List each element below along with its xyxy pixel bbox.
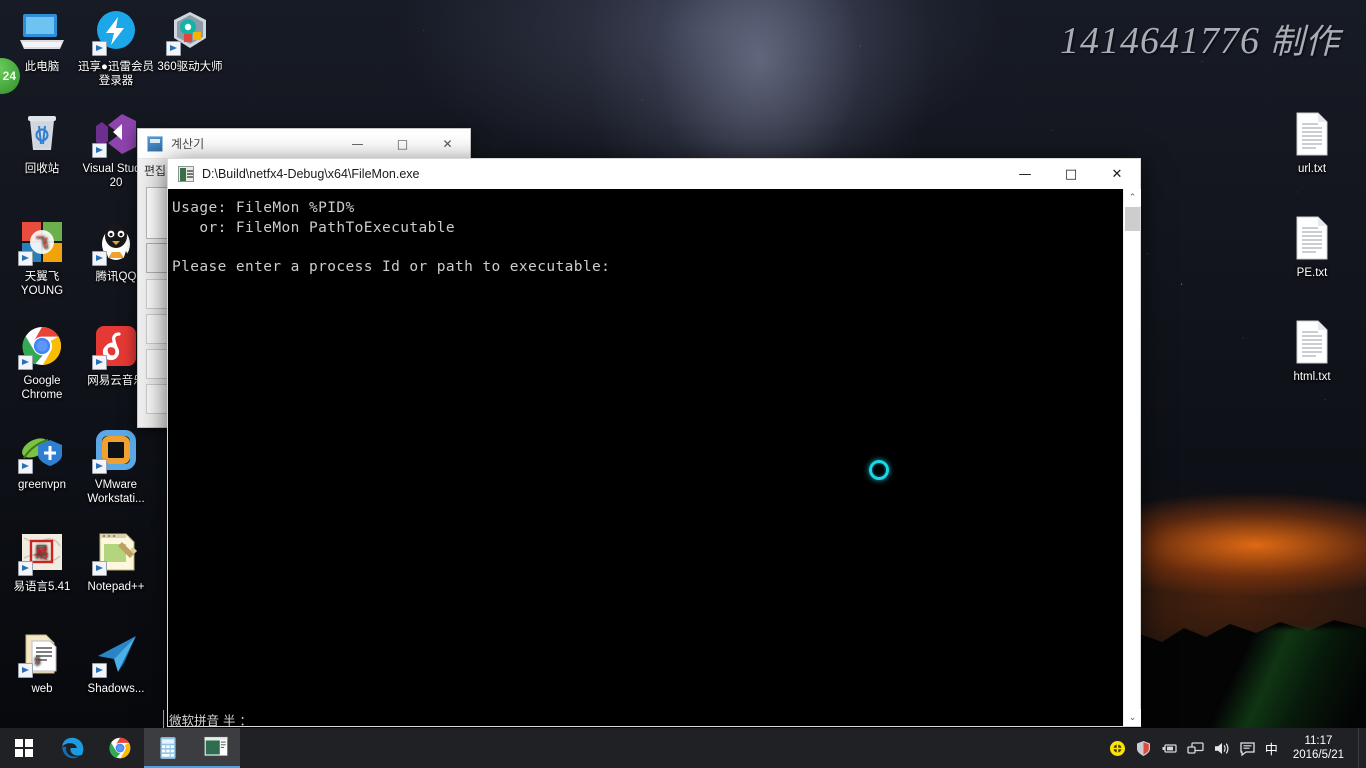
scrollbar-down-arrow[interactable]: ⌄ (1124, 709, 1141, 726)
system-tray[interactable]: 中 11:17 2016/5/21 (1109, 728, 1358, 768)
taskbar-item-edge[interactable] (48, 728, 96, 768)
desktop-icon-label: url.txt (1297, 163, 1327, 175)
scrollbar-up-arrow[interactable]: ⌃ (1124, 189, 1141, 206)
chrome-icon (107, 735, 133, 761)
text-file-icon (1288, 110, 1336, 158)
clock-time: 11:17 (1304, 735, 1333, 747)
taskbar-clock[interactable]: 11:17 2016/5/21 (1287, 734, 1352, 762)
console-scrollbar[interactable]: ⌃ ⌄ (1123, 189, 1141, 726)
taskbar-spacer (240, 728, 1109, 768)
desktop-icon-text-file[interactable]: PE.txt (1274, 214, 1350, 280)
edge-icon (59, 735, 85, 761)
console-window[interactable]: D:\Build\netfx4-Debug\x64\FileMon.exe — … (167, 158, 1141, 727)
clock-date: 2016/5/21 (1292, 749, 1344, 761)
calculator-close-button[interactable]: ✕ (425, 129, 470, 158)
taskbar[interactable]: 中 11:17 2016/5/21 (0, 728, 1366, 768)
desktop-icon-label: PE.txt (1296, 267, 1328, 279)
desktop-icon-label: html.txt (1293, 371, 1331, 383)
action-center-icon[interactable] (1239, 740, 1256, 757)
network-icon[interactable] (1187, 740, 1204, 757)
calculator-title: 계산기 (171, 137, 205, 151)
360-safe-icon[interactable] (1109, 740, 1126, 757)
console-titlebar[interactable]: D:\Build\netfx4-Debug\x64\FileMon.exe — … (168, 159, 1140, 189)
console-maximize-button[interactable]: □ (1048, 159, 1094, 189)
taskbar-items[interactable] (48, 728, 240, 768)
show-desktop-button[interactable] (1358, 728, 1366, 768)
windows-logo-icon (15, 739, 33, 757)
calculator-icon (155, 735, 181, 761)
taskbar-item-calculator[interactable] (144, 728, 192, 768)
console-output-text: Usage: FileMon %PID% or: FileMon PathToE… (172, 200, 611, 275)
console-body[interactable]: Usage: FileMon %PID% or: FileMon PathToE… (168, 189, 1141, 726)
text-file-icon (1288, 214, 1336, 262)
volume-icon[interactable] (1213, 740, 1230, 757)
console-minimize-button[interactable]: — (1002, 159, 1048, 189)
scrollbar-thumb[interactable] (1125, 207, 1140, 231)
taskbar-item-console[interactable] (192, 728, 240, 768)
desktop-screen: 1414641776 制作 24 此电脑 迅享●迅雷会员登录器 360驱动大师 回收站 V… (0, 0, 1366, 768)
busy-ring-cursor (869, 460, 889, 480)
security-shield-icon[interactable] (1135, 740, 1152, 757)
console-close-button[interactable]: ✕ (1094, 159, 1140, 189)
language-indicator[interactable]: 中 (1265, 739, 1278, 758)
desktop-icon-text-file[interactable]: html.txt (1274, 318, 1350, 384)
text-file-icon (1288, 318, 1336, 366)
calculator-menu-edit[interactable]: 편집 (144, 162, 166, 179)
start-button[interactable] (0, 728, 48, 768)
calculator-icon (147, 135, 163, 152)
console-window-title: D:\Build\netfx4-Debug\x64\FileMon.exe (202, 167, 420, 181)
desktop-icon-text-file[interactable]: url.txt (1274, 110, 1350, 176)
taskbar-item-chrome[interactable] (96, 728, 144, 768)
calculator-maximize-button[interactable]: □ (380, 129, 425, 158)
calculator-minimize-button[interactable]: — (335, 129, 380, 158)
usb-device-icon[interactable] (1161, 740, 1178, 757)
calculator-titlebar[interactable]: 계산기 — □ ✕ (138, 129, 470, 159)
console-app-icon (178, 166, 194, 182)
console-window-icon (203, 735, 229, 761)
ime-status-bar[interactable]: 微软拼音 半 ： (163, 710, 252, 729)
